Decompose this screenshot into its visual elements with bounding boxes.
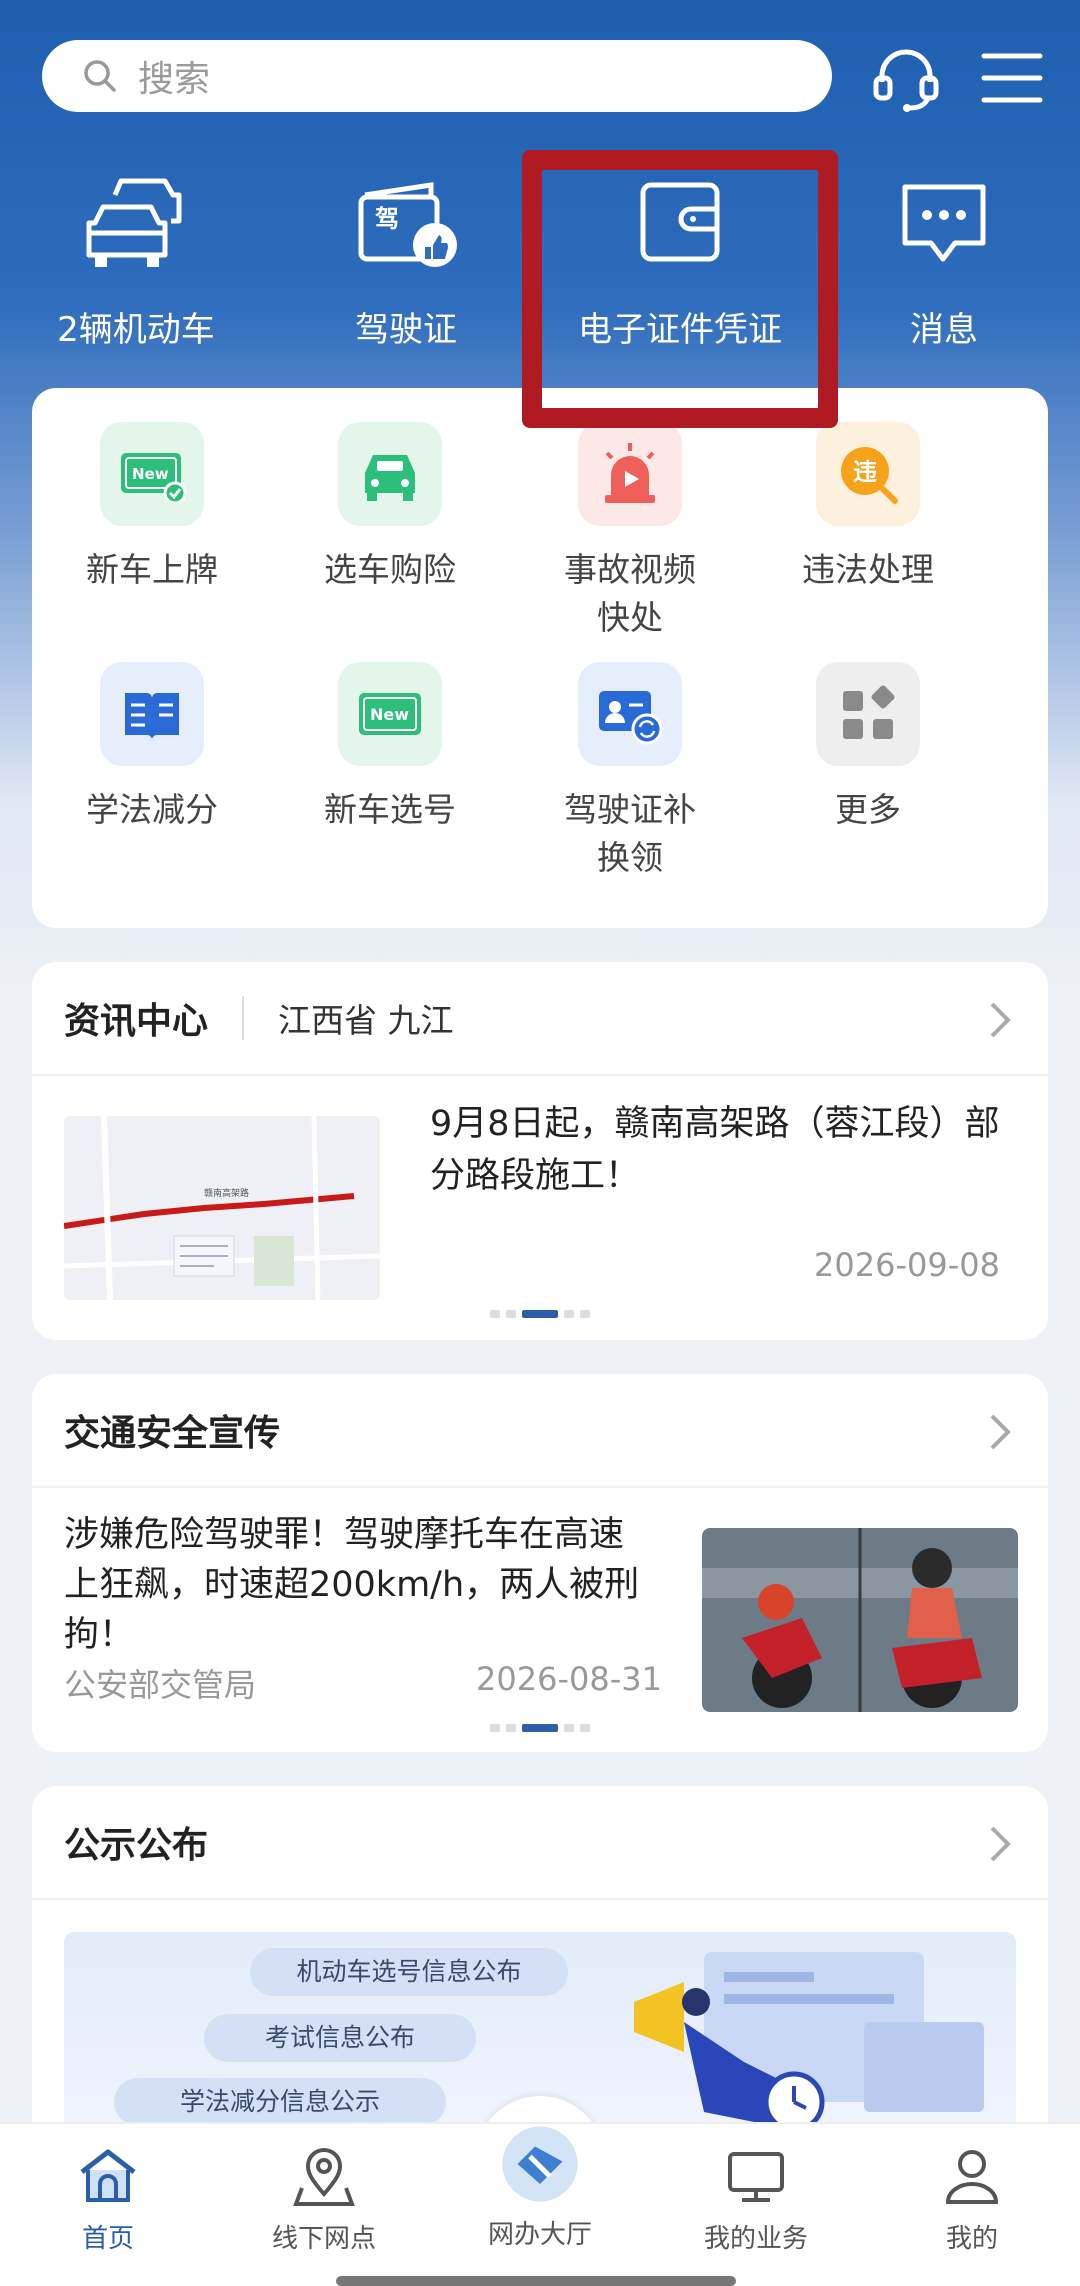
nav-me[interactable]: 我的 [864,2144,1080,2255]
news-item[interactable]: 赣南高架路 9月8日起，赣南高架路（蓉江段）部分路段施工！ 2026-09-08 [32,1076,1048,1340]
service-violation[interactable]: 违 违法处理 [748,422,988,594]
notice-pill[interactable]: 机动车选号信息公布 [250,1948,568,1996]
quick-entry-label: 消息 [910,310,978,350]
service-label: 选车购险 [324,550,456,589]
divider [242,996,245,1040]
home-indicator [336,2276,736,2286]
news-headline: 9月8日起，赣南高架路（蓉江段）部分路段施工！ [430,1104,1000,1196]
service-car-insurance[interactable]: 选车购险 [270,422,510,594]
news-title: 资讯中心 [64,1001,209,1042]
carousel-indicator [490,1724,590,1732]
service-new-plate[interactable]: New 新车上牌 [32,422,272,594]
service-label: 更多 [835,790,901,829]
bottom-navigation: 首页 线下网点 网办大厅 我的业务 我的 [0,2122,1080,2286]
news-region[interactable]: 江西省 九江 [278,994,454,1042]
svg-text:New: New [132,465,169,483]
safety-card-header[interactable]: 交通安全宣传 [32,1374,1048,1488]
nav-label: 网办大厅 [487,2220,592,2250]
license-icon: 驾 [358,182,457,267]
notice-card-header[interactable]: 公示公布 [32,1786,1048,1900]
quick-entry-label: 驾驶证 [355,310,457,350]
carousel-indicator [490,1310,590,1318]
nav-label: 我的业务 [703,2224,808,2254]
user-icon [945,2150,999,2204]
safety-card[interactable]: 交通安全宣传 涉嫌危险驾驶罪！驾驶摩托车在高速上狂飙，时速超200km/h，两人… [32,1374,1048,1752]
service-accident-video[interactable]: 事故视频快处 [510,422,750,642]
chevron-right-icon[interactable] [982,1000,1018,1040]
nav-home[interactable]: 首页 [0,2144,216,2255]
news-card[interactable]: 资讯中心 江西省 九江 赣南高架路 9月8日起，赣南高架路（蓉江段）部分路段施工… [32,962,1048,1340]
chevron-right-icon[interactable] [982,1412,1018,1452]
service-label: 违法处理 [802,550,934,589]
hall-icon [502,2126,578,2202]
license-replace-icon [599,691,663,745]
search-icon [84,60,116,92]
nav-label: 首页 [81,2224,134,2254]
news-map-thumbnail: 赣南高架路 [64,1116,380,1300]
safety-item[interactable]: 涉嫌危险驾驶罪！驾驶摩托车在高速上狂飙，时速超200km/h，两人被刑拘！ 公安… [32,1488,1048,1752]
svg-text:违: 违 [853,458,877,486]
service-label: 事故视频快处 [564,550,696,637]
more-grid-icon [843,685,895,739]
service-label: 新车选号 [324,790,456,829]
safety-thumbnail [702,1528,1018,1712]
home-icon [80,2149,136,2202]
notice-pill[interactable]: 考试信息公布 [204,2014,476,2062]
notice-card[interactable]: 公示公布 机动车选号信息公布 考试信息公布 学法减分信息公示 [32,1786,1048,2146]
cars-icon [86,178,182,267]
notice-pill[interactable]: 学法减分信息公示 [114,2078,446,2126]
nav-online-hall[interactable]: 网办大厅 [432,2126,648,2251]
quick-entry-messages[interactable]: 消息 [824,170,1064,351]
violation-icon: 违 [841,447,898,504]
quick-entry-vehicles[interactable]: 2辆机动车 [16,170,256,351]
news-date: 2026-09-08 [814,1246,1000,1284]
nav-label: 我的 [945,2224,998,2254]
book-icon [125,693,179,739]
svg-text:驾: 驾 [375,205,399,233]
alarm-video-icon [605,443,655,503]
service-grid: New 新车上牌 选车购险 事故视频快处 违 违法处理 学法减分 New 新车选… [32,388,1048,928]
headset-icon[interactable] [870,42,942,114]
search-input[interactable]: 搜索 [42,40,832,112]
nav-offline-sites[interactable]: 线下网点 [216,2144,432,2255]
notice-title: 公示公布 [64,1825,209,1866]
quick-entry-label: 2辆机动车 [57,310,215,350]
safety-title: 交通安全宣传 [64,1413,281,1454]
new-number-icon: New [359,693,421,735]
menu-icon[interactable] [976,42,1048,114]
service-label: 新车上牌 [86,550,218,589]
map-caption: 赣南高架路 [204,1187,249,1199]
safety-source: 公安部交管局 [64,1666,257,1704]
service-new-number[interactable]: New 新车选号 [270,662,510,834]
chevron-right-icon[interactable] [982,1824,1018,1864]
quick-entry-license[interactable]: 驾 驾驶证 [286,170,526,351]
safety-date: 2026-08-31 [476,1660,662,1698]
megaphone-illustration [634,1952,984,2133]
monitor-icon [728,2152,784,2202]
highlight-annotation [522,150,838,428]
service-study-points[interactable]: 学法减分 [32,662,272,834]
svg-text:New: New [370,705,409,724]
nav-label: 线下网点 [271,2224,376,2254]
car-insurance-icon [365,455,415,501]
service-label: 驾驶证补换领 [564,790,696,877]
news-card-header[interactable]: 资讯中心 江西省 九江 [32,962,1048,1076]
location-icon [293,2148,355,2206]
message-icon [902,184,986,262]
nav-my-business[interactable]: 我的业务 [648,2144,864,2255]
service-more[interactable]: 更多 [748,662,988,834]
service-license-replace[interactable]: 驾驶证补换领 [510,662,750,882]
service-label: 学法减分 [86,790,218,829]
safety-headline: 涉嫌危险驾驶罪！驾驶摩托车在高速上狂飙，时速超200km/h，两人被刑拘！ [64,1515,640,1655]
new-plate-icon: New [121,453,187,505]
search-placeholder: 搜索 [138,59,211,100]
